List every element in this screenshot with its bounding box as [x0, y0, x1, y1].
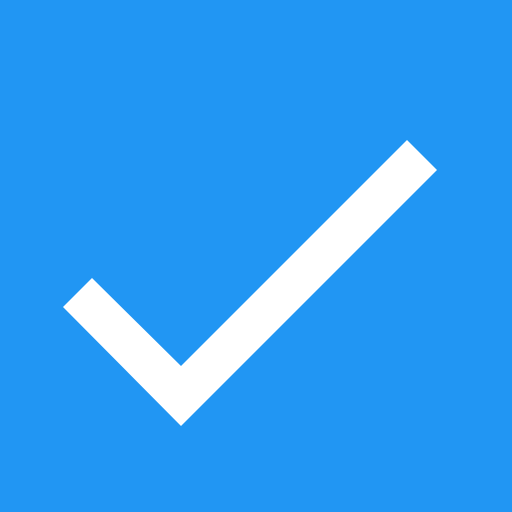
check-mark [63, 140, 437, 426]
check-icon [63, 140, 437, 426]
checkbox-checked[interactable] [0, 0, 512, 512]
